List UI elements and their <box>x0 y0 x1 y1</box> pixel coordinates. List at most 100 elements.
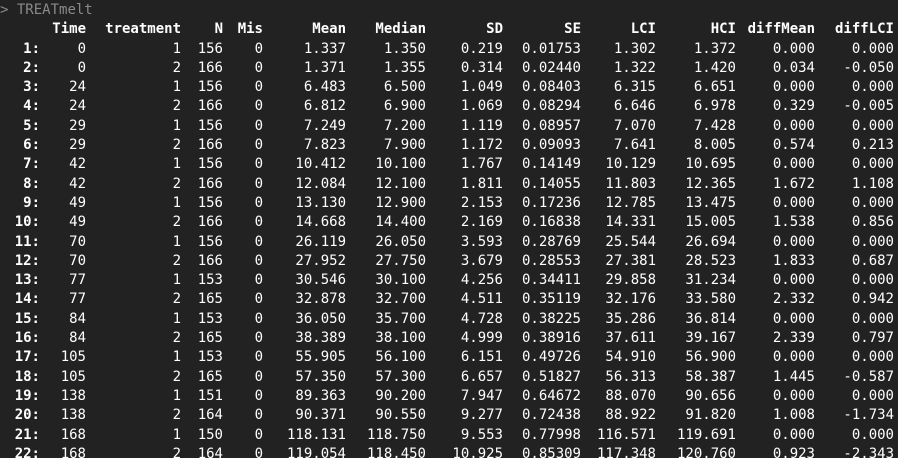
table-cell: 0.85309 <box>521 445 581 458</box>
table-cell: 1.767 <box>460 156 503 173</box>
table-row: 15: 84 1 153 0 36.050 35.700 4.728 0.38225 35.286… <box>0 310 894 329</box>
table-cell: 26.119 <box>295 233 346 250</box>
table-cell: 138 <box>60 407 86 424</box>
table-cell: 117.348 <box>596 445 656 458</box>
table-cell: 1.108 <box>851 175 894 192</box>
row-number: 17: <box>14 349 40 366</box>
table-cell: 0.14055 <box>521 175 581 192</box>
table-cell: 1 <box>172 426 181 443</box>
table-cell: 1.172 <box>460 137 503 154</box>
table-cell: 3.679 <box>460 252 503 269</box>
table-cell: 7.947 <box>460 387 503 404</box>
table-row: 10: 49 2 166 0 14.668 14.400 2.169 0.16838 14.331… <box>0 213 894 232</box>
row-number: 12: <box>14 252 40 269</box>
column-header: LCI <box>630 21 656 38</box>
table-cell: 39.167 <box>685 330 736 347</box>
table-cell: 0.574 <box>772 137 815 154</box>
table-cell: 1.420 <box>693 59 736 76</box>
table-cell: 1.445 <box>772 368 815 385</box>
table-cell: 42 <box>69 175 86 192</box>
table-cell: -0.587 <box>843 368 894 385</box>
table-cell: 0.000 <box>851 156 894 173</box>
table-cell: 7.200 <box>383 117 426 134</box>
table-cell: 119.691 <box>676 426 736 443</box>
table-cell: 27.381 <box>605 252 656 269</box>
table-cell: 58.387 <box>685 368 736 385</box>
row-number: 20: <box>14 407 40 424</box>
table-cell: 6.315 <box>613 79 656 96</box>
table-row: 2: 0 2 166 0 1.371 1.355 0.314 0.02440 1.322 1.420… <box>0 59 894 78</box>
table-cell: 0.213 <box>851 137 894 154</box>
table-cell: 56.900 <box>685 349 736 366</box>
table-cell: 2 <box>172 252 181 269</box>
table-cell: 166 <box>197 59 223 76</box>
table-cell: 0 <box>77 59 86 76</box>
table-cell: 0 <box>254 233 263 250</box>
table-cell: 0.000 <box>851 426 894 443</box>
table-cell: 166 <box>197 214 223 231</box>
table-cell: 0.77998 <box>521 426 581 443</box>
table-cell: 25.544 <box>605 233 656 250</box>
table-cell: 10.695 <box>685 156 736 173</box>
table-cell: 90.371 <box>295 407 346 424</box>
table-cell: 3.593 <box>460 233 503 250</box>
row-number: 15: <box>14 310 40 327</box>
table-cell: 0.000 <box>851 349 894 366</box>
table-cell: 2.332 <box>772 291 815 308</box>
table-cell: 88.070 <box>605 387 656 404</box>
table-cell: -1.734 <box>843 407 894 424</box>
row-number: 9: <box>23 194 40 211</box>
table-cell: 57.300 <box>375 368 426 385</box>
table-cell: 1.811 <box>460 175 503 192</box>
table-cell: 0 <box>254 156 263 173</box>
table-cell: 36.814 <box>685 310 736 327</box>
table-cell: 91.820 <box>685 407 736 424</box>
table-cell: 2 <box>172 98 181 115</box>
table-cell: 0.923 <box>772 445 815 458</box>
table-cell: 9.277 <box>460 407 503 424</box>
table-cell: 12.100 <box>375 175 426 192</box>
table-cell: 1.119 <box>460 117 503 134</box>
table-cell: 0.64672 <box>521 387 581 404</box>
column-header: SD <box>486 21 503 38</box>
row-number: 13: <box>14 272 40 289</box>
table-cell: 0.000 <box>772 156 815 173</box>
table-cell: 13.475 <box>685 194 736 211</box>
table-cell: 0.08957 <box>521 117 581 134</box>
table-cell: 105 <box>60 368 86 385</box>
row-number: 4: <box>23 98 40 115</box>
table-cell: 6.483 <box>303 79 346 96</box>
table-cell: -2.343 <box>843 445 894 458</box>
table-cell: 70 <box>69 252 86 269</box>
table-cell: 0.01753 <box>521 40 581 57</box>
table-cell: 38.389 <box>295 330 346 347</box>
r-console-output[interactable]: > TREATmelt Time treatment N Mis Mean Median S… <box>0 0 898 458</box>
table-cell: 84 <box>69 310 86 327</box>
table-cell: 118.450 <box>366 445 426 458</box>
table-cell: 0.000 <box>851 117 894 134</box>
table-row: 11: 70 1 156 0 26.119 26.050 3.593 0.28769 25.544… <box>0 233 894 252</box>
table-cell: 29 <box>69 137 86 154</box>
table-cell: 0 <box>254 59 263 76</box>
table-row: 16: 84 2 165 0 38.389 38.100 4.999 0.38916 37.611… <box>0 329 894 348</box>
table-cell: 0.35119 <box>521 291 581 308</box>
table-cell: 0 <box>254 194 263 211</box>
table-cell: 0.14149 <box>521 156 581 173</box>
table-cell: 24 <box>69 79 86 96</box>
table-cell: 164 <box>197 407 223 424</box>
table-cell: 0 <box>254 137 263 154</box>
column-header: Mean <box>312 21 346 38</box>
table-cell: 7.070 <box>613 117 656 134</box>
table-cell: 0.49726 <box>521 349 581 366</box>
table-row: 17: 105 1 153 0 55.905 56.100 6.151 0.49726 54.91… <box>0 348 894 367</box>
table-cell: 116.571 <box>596 426 656 443</box>
table-cell: 0.02440 <box>521 59 581 76</box>
table-cell: 0.000 <box>772 310 815 327</box>
table-cell: 0.687 <box>851 252 894 269</box>
table-cell: 54.910 <box>605 349 656 366</box>
row-number: 3: <box>23 79 40 96</box>
table-cell: 11.803 <box>605 175 656 192</box>
table-cell: 10.100 <box>375 156 426 173</box>
row-number-header <box>0 20 40 39</box>
table-cell: 1 <box>172 387 181 404</box>
